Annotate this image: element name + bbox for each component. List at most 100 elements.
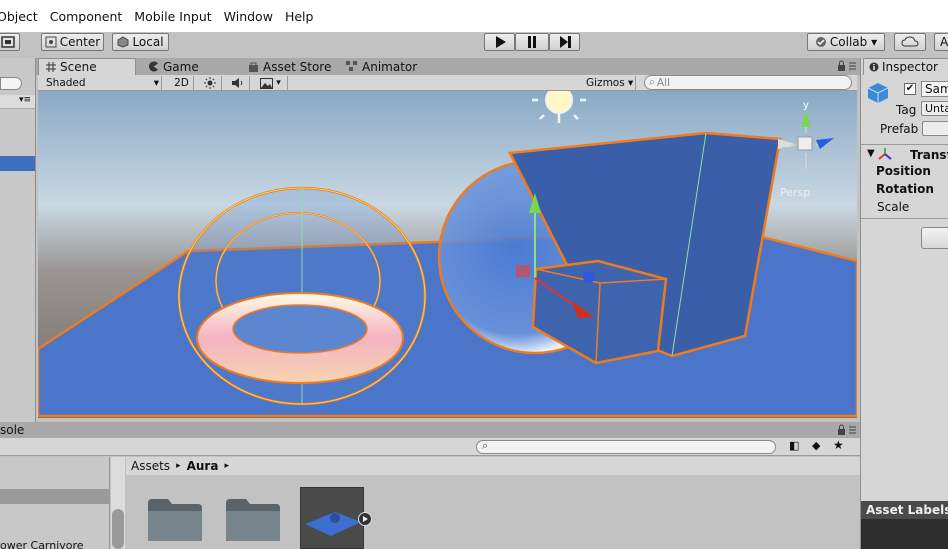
hierarchy-search-input[interactable] (0, 77, 22, 90)
panel-menu-icon[interactable] (836, 424, 858, 436)
hierarchy-selected-row[interactable] (0, 156, 35, 171)
tag-dropdown[interactable]: Unta (921, 101, 948, 116)
effects-dropdown[interactable]: ▾ (254, 76, 288, 90)
local-space-icon (117, 36, 129, 48)
transform-component-title[interactable]: Transf (910, 148, 948, 162)
project-search-input[interactable]: ⌕ (476, 439, 776, 454)
hierarchy-panel: ▾≡ (0, 58, 36, 422)
foldout-arrow-icon[interactable]: ▼ (867, 148, 875, 159)
scene-preview-icon (305, 512, 361, 536)
breadcrumb: Assets ▸ Aura ▸ (126, 457, 860, 475)
mode-2d-toggle[interactable]: 2D (170, 76, 194, 90)
divider (861, 218, 948, 219)
scrollbar-thumb[interactable] (112, 509, 124, 549)
hierarchy-header: ▾≡ (0, 95, 35, 109)
projection-label[interactable]: Persp (780, 186, 810, 199)
menu-mobile-input[interactable]: Mobile Input (134, 9, 221, 24)
tab-console[interactable]: sole (0, 423, 24, 437)
filter-by-label-icon[interactable]: ◆ (812, 439, 820, 452)
pivot-center-label: Center (59, 35, 101, 49)
scene-tabs-row: Scene Game Asset Store Animator (0, 58, 948, 75)
prefab-label: Prefab (880, 122, 919, 136)
rect-tool-button[interactable] (0, 33, 20, 51)
tab-asset-store[interactable]: Asset Store (241, 58, 337, 75)
filter-by-type-icon[interactable]: ◧ (789, 439, 799, 452)
tab-scene[interactable]: Scene (38, 58, 136, 75)
gizmo-axis-y-label: y (803, 100, 809, 111)
rotation-label: Rotation (876, 182, 934, 196)
scene-render: y Persp (38, 91, 857, 418)
project-tree-scrollbar[interactable] (111, 457, 125, 549)
tab-scene-label: Scene (60, 60, 97, 74)
tab-game-label: Game (163, 59, 199, 74)
gameobject-cube-icon (867, 82, 889, 104)
project-tree-item[interactable]: ower Carnivore (0, 539, 84, 549)
folder-icon (148, 499, 202, 541)
speaker-icon (232, 78, 243, 88)
inspector-panel: Inspector ✔ Sam Tag Unta Prefab ▼ Transf… (860, 58, 948, 549)
search-icon: ⌕ (482, 439, 489, 452)
tab-animator-label: Animator (362, 59, 418, 74)
pacman-icon (149, 61, 158, 72)
transform-icon (878, 148, 892, 160)
play-icon (495, 36, 506, 48)
lighting-toggle[interactable] (198, 76, 222, 90)
play-preview-icon[interactable] (358, 512, 372, 526)
tag-label: Tag (896, 103, 917, 117)
folder-asset[interactable] (224, 497, 282, 543)
scene-toolbar: Shaded ▾ 2D ▾ Gizmos ▾ ⌕ All (38, 75, 857, 91)
space-local-button[interactable]: Local (112, 33, 169, 51)
breadcrumb-assets[interactable]: Assets (131, 459, 170, 473)
menu-component[interactable]: Component (50, 9, 133, 24)
scene-asset-thumbnail[interactable] (300, 487, 372, 549)
account-button[interactable]: A (934, 33, 948, 51)
project-tree-selected-row[interactable] (0, 489, 110, 504)
gizmos-dropdown[interactable]: Gizmos ▾ (586, 76, 636, 90)
menu-window[interactable]: Window (224, 9, 283, 24)
prefab-select-button[interactable] (922, 121, 948, 136)
cloud-button[interactable] (894, 33, 926, 51)
aura-sphere-object[interactable] (177, 186, 427, 406)
rect-tool-icon (1, 36, 15, 48)
scale-label: Scale (877, 200, 910, 214)
breadcrumb-aura[interactable]: Aura (187, 459, 219, 473)
menu-bar: Object Component Mobile Input Window Hel… (0, 0, 948, 32)
tab-inspector[interactable]: Inspector (863, 58, 948, 75)
panel-menu-icon[interactable] (836, 60, 858, 72)
tab-inspector-label: Inspector (882, 60, 938, 74)
scene-search-input[interactable]: ⌕ All (644, 75, 852, 90)
active-checkbox[interactable]: ✔ (904, 83, 916, 95)
grid-icon (46, 62, 56, 72)
collab-button[interactable]: Collab ▾ (807, 33, 885, 51)
add-component-button[interactable] (921, 227, 948, 249)
space-local-label: Local (132, 35, 164, 49)
object-name-field[interactable]: Sam (921, 81, 948, 97)
main-toolbar: Center Local Collab ▾ A (0, 32, 948, 58)
tab-animator[interactable]: Animator (339, 58, 429, 75)
draw-mode-dropdown[interactable]: Shaded ▾ (46, 76, 162, 90)
audio-toggle[interactable] (226, 76, 250, 90)
play-button[interactable] (484, 33, 515, 51)
breadcrumb-separator-icon: ▸ (176, 461, 181, 471)
scene-viewport[interactable]: y Persp (38, 91, 857, 418)
draw-mode-label: Shaded (46, 77, 86, 89)
project-panel: ⌕ ◧ ◆ ★ ower Carnivore Assets ▸ Aura ▸ (0, 438, 860, 549)
folder-icon (226, 499, 280, 541)
menu-gameobject[interactable]: Object (0, 9, 48, 24)
mode-2d-label: 2D (174, 77, 189, 89)
scene-search-placeholder: All (656, 76, 670, 89)
step-button[interactable] (549, 33, 580, 51)
pause-button[interactable] (515, 33, 549, 51)
asset-labels-header[interactable]: Asset Labels (861, 501, 948, 519)
project-toolbar: ⌕ ◧ ◆ ★ (0, 438, 860, 456)
menu-help[interactable]: Help (285, 9, 324, 24)
favorite-star-icon[interactable]: ★ (833, 438, 844, 452)
store-icon (249, 62, 258, 72)
pivot-icon (45, 36, 57, 48)
tab-game[interactable]: Game (141, 58, 231, 75)
pivot-center-button[interactable]: Center (41, 33, 104, 51)
folder-asset[interactable] (146, 497, 204, 543)
bottom-tabs-row: sole (0, 422, 860, 438)
collab-label: Collab ▾ (829, 35, 878, 49)
cloud-icon (901, 36, 919, 47)
